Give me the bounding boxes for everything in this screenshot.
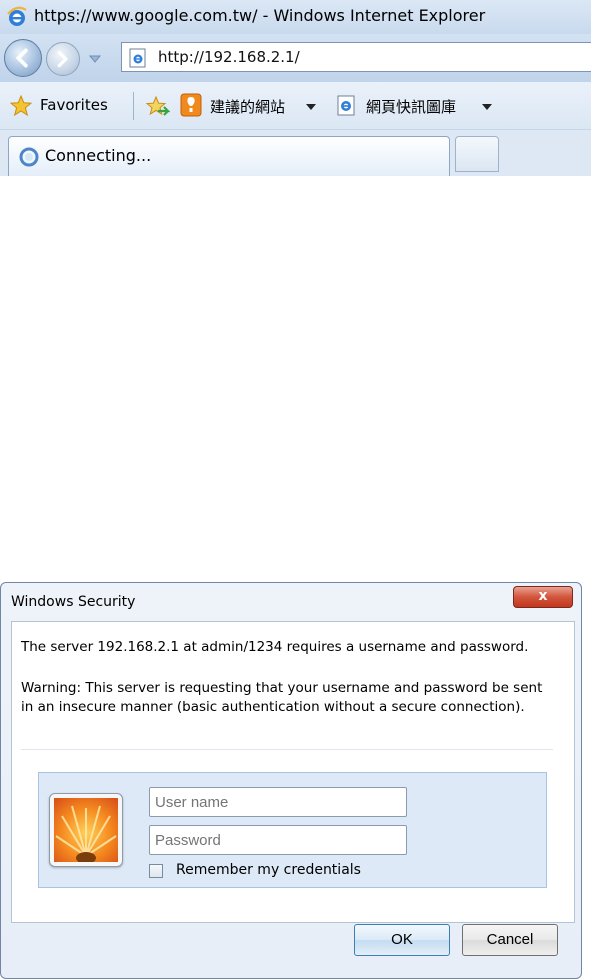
credential-panel: Remember my credentials: [38, 772, 547, 888]
close-button[interactable]: x: [513, 586, 573, 608]
favorites-star-icon: [10, 95, 32, 117]
username-input[interactable]: [149, 787, 407, 817]
title-bar: https://www.google.com.tw/ - Windows Int…: [0, 0, 591, 34]
add-to-favorites-bar-icon[interactable]: [144, 95, 170, 119]
dialog-divider: [21, 749, 553, 750]
favorites-bar: Favorites 建議的網站 網頁快訊圖庫: [0, 82, 591, 130]
tab-connecting[interactable]: Connecting...: [8, 136, 450, 176]
page-icon: [129, 48, 146, 68]
favorites-label: Favorites: [40, 96, 108, 114]
server-message: The server 192.168.2.1 at admin/1234 req…: [21, 639, 529, 655]
password-input[interactable]: [149, 825, 407, 855]
web-slice-gallery-link[interactable]: 網頁快訊圖庫: [366, 96, 456, 117]
windows-security-dialog: Windows Security x The server 192.168.2.…: [0, 582, 582, 979]
suggested-sites-dropdown-icon[interactable]: [305, 103, 317, 111]
favorites-button[interactable]: Favorites: [0, 89, 132, 121]
tab-label: Connecting...: [45, 146, 152, 165]
internet-explorer-icon: [7, 6, 27, 26]
user-avatar: [49, 793, 123, 867]
ok-button[interactable]: OK: [354, 924, 450, 956]
flower-picture-icon: [54, 798, 118, 862]
new-tab-button[interactable]: [455, 136, 499, 172]
cancel-button[interactable]: Cancel: [462, 924, 558, 956]
web-slice-gallery-icon: [337, 95, 355, 116]
back-arrow-icon: [15, 48, 28, 68]
web-slice-gallery-dropdown-icon[interactable]: [481, 103, 493, 111]
back-button[interactable]: [4, 39, 42, 77]
dialog-title: Windows Security: [11, 594, 136, 610]
remember-credentials-checkbox[interactable]: [149, 864, 163, 878]
insecure-warning: Warning: This server is requesting that …: [21, 680, 543, 715]
navigation-bar: http://192.168.2.1/: [0, 34, 591, 82]
window-title: https://www.google.com.tw/ - Windows Int…: [34, 6, 486, 25]
suggested-sites-icon: [180, 93, 202, 117]
close-icon: x: [538, 588, 548, 604]
remember-credentials-option[interactable]: Remember my credentials: [149, 862, 409, 882]
recent-pages-dropdown-icon[interactable]: [88, 54, 102, 64]
remember-credentials-label: Remember my credentials: [176, 862, 361, 878]
suggested-sites-link[interactable]: 建議的網站: [210, 96, 285, 117]
address-bar[interactable]: http://192.168.2.1/: [121, 42, 591, 72]
forward-arrow-icon: [57, 50, 69, 68]
address-url[interactable]: http://192.168.2.1/: [158, 48, 300, 66]
tab-strip: Connecting...: [0, 130, 591, 176]
forward-button[interactable]: [46, 42, 80, 76]
loading-spinner-icon: [19, 147, 39, 167]
favorites-separator: [133, 92, 134, 120]
